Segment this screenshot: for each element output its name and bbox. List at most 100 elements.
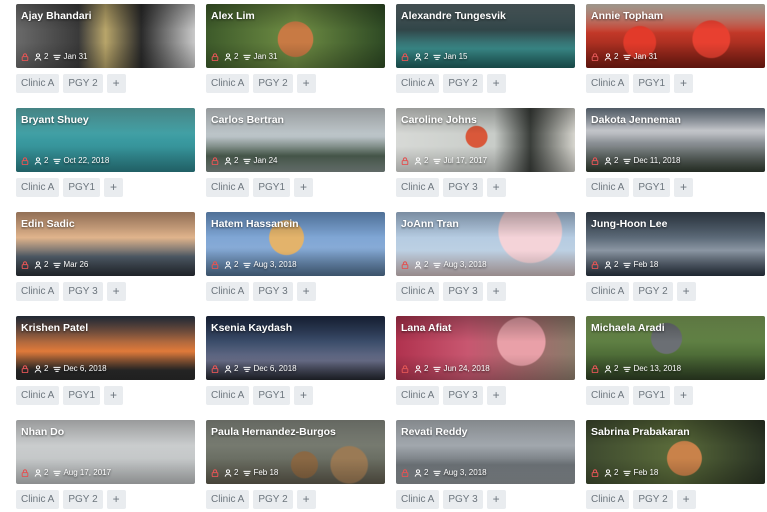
resident-name: Krishen Patel xyxy=(21,322,89,334)
tag-clinic[interactable]: Clinic A xyxy=(206,178,250,197)
tag-pgy[interactable]: PGY 3 xyxy=(253,282,293,301)
tag-clinic[interactable]: Clinic A xyxy=(206,386,250,405)
add-tag-button[interactable]: + xyxy=(294,386,314,405)
add-tag-button[interactable]: + xyxy=(294,178,314,197)
resident-thumbnail[interactable]: Revati Reddy 2 Aug 3, 2018 xyxy=(396,420,575,484)
tag-pgy[interactable]: PGY 2 xyxy=(253,490,293,509)
add-tag-button[interactable]: + xyxy=(674,386,694,405)
tag-pgy[interactable]: PGY1 xyxy=(253,386,291,405)
add-tag-button[interactable]: + xyxy=(486,490,506,509)
tag-pgy[interactable]: PGY 3 xyxy=(443,282,483,301)
resident-thumbnail[interactable]: Hatem Hassanein 2 Aug 3, 2018 xyxy=(206,212,385,276)
tag-pgy[interactable]: PGY 3 xyxy=(443,490,483,509)
resident-thumbnail[interactable]: Lana Afiat 2 Jun 24, 2018 xyxy=(396,316,575,380)
tag-clinic[interactable]: Clinic A xyxy=(16,178,60,197)
tag-clinic[interactable]: Clinic A xyxy=(16,282,60,301)
tag-row: Clinic A PGY 2 + xyxy=(206,490,385,509)
add-tag-button[interactable]: + xyxy=(296,490,316,509)
tag-pgy[interactable]: PGY 2 xyxy=(633,490,673,509)
tag-pgy[interactable]: PGY 2 xyxy=(633,282,673,301)
tag-clinic[interactable]: Clinic A xyxy=(206,490,250,509)
tag-clinic[interactable]: Clinic A xyxy=(16,490,60,509)
add-tag-button[interactable]: + xyxy=(674,178,694,197)
card-meta: 2 Aug 3, 2018 xyxy=(401,468,487,478)
updated-date: Jan 31 xyxy=(63,52,88,61)
member-count: 2 xyxy=(44,468,49,477)
tag-clinic[interactable]: Clinic A xyxy=(16,386,60,405)
add-tag-button[interactable]: + xyxy=(676,490,696,509)
tag-clinic[interactable]: Clinic A xyxy=(396,490,440,509)
add-tag-button[interactable]: + xyxy=(106,74,126,93)
add-tag-button[interactable]: + xyxy=(104,178,124,197)
tag-clinic[interactable]: Clinic A xyxy=(396,386,440,405)
tag-clinic[interactable]: Clinic A xyxy=(586,386,630,405)
add-tag-button[interactable]: + xyxy=(486,74,506,93)
tag-clinic[interactable]: Clinic A xyxy=(396,74,440,93)
add-tag-button[interactable]: + xyxy=(486,178,506,197)
tag-row: Clinic A PGY 3 + xyxy=(396,490,575,509)
add-tag-button[interactable]: + xyxy=(106,490,126,509)
updated-date: Jan 24 xyxy=(253,156,278,165)
add-tag-button[interactable]: + xyxy=(296,282,316,301)
card-meta: 2 Jan 15 xyxy=(401,52,467,62)
resident-thumbnail[interactable]: Alex Lim 2 Jan 31 xyxy=(206,4,385,68)
tag-pgy[interactable]: PGY 2 xyxy=(63,74,103,93)
tag-clinic[interactable]: Clinic A xyxy=(206,74,250,93)
tag-pgy[interactable]: PGY 3 xyxy=(443,386,483,405)
resident-thumbnail[interactable]: Paula Hernandez-Burgos 2 Feb 18 xyxy=(206,420,385,484)
resident-thumbnail[interactable]: Jung-Hoon Lee 2 Feb 18 xyxy=(586,212,765,276)
card-meta: 2 Jun 24, 2018 xyxy=(401,364,490,374)
resident-card: Paula Hernandez-Burgos 2 Feb 18 Clinic A… xyxy=(206,420,385,512)
resident-card: Jung-Hoon Lee 2 Feb 18 Clinic A PGY 2 + xyxy=(586,212,765,316)
resident-thumbnail[interactable]: Bryant Shuey 2 Oct 22, 2018 xyxy=(16,108,195,172)
resident-thumbnail[interactable]: JoAnn Tran 2 Aug 3, 2018 xyxy=(396,212,575,276)
tag-clinic[interactable]: Clinic A xyxy=(586,490,630,509)
resident-thumbnail[interactable]: Krishen Patel 2 Dec 6, 2018 xyxy=(16,316,195,380)
member-count: 2 xyxy=(614,260,619,269)
tag-clinic[interactable]: Clinic A xyxy=(586,178,630,197)
tag-clinic[interactable]: Clinic A xyxy=(16,74,60,93)
resident-thumbnail[interactable]: Ksenia Kaydash 2 Dec 6, 2018 xyxy=(206,316,385,380)
add-tag-button[interactable]: + xyxy=(674,74,694,93)
tag-pgy[interactable]: PGY1 xyxy=(63,178,101,197)
resident-card: Dakota Jenneman 2 Dec 11, 2018 Clinic A … xyxy=(586,108,765,212)
resident-thumbnail[interactable]: Dakota Jenneman 2 Dec 11, 2018 xyxy=(586,108,765,172)
updated-group: Dec 6, 2018 xyxy=(243,364,297,374)
lock-icon xyxy=(21,157,29,165)
tag-pgy[interactable]: PGY 3 xyxy=(443,178,483,197)
tag-pgy[interactable]: PGY1 xyxy=(633,74,671,93)
tag-pgy[interactable]: PGY 3 xyxy=(63,282,103,301)
add-tag-button[interactable]: + xyxy=(486,386,506,405)
members-group: 2 xyxy=(224,260,238,270)
tag-row: Clinic A PGY 3 + xyxy=(206,282,385,301)
tag-pgy[interactable]: PGY1 xyxy=(63,386,101,405)
add-tag-button[interactable]: + xyxy=(106,282,126,301)
resident-name: Nhan Do xyxy=(21,426,65,438)
tag-clinic[interactable]: Clinic A xyxy=(396,282,440,301)
tag-pgy[interactable]: PGY1 xyxy=(253,178,291,197)
tag-pgy[interactable]: PGY 2 xyxy=(443,74,483,93)
add-tag-button[interactable]: + xyxy=(104,386,124,405)
tag-clinic[interactable]: Clinic A xyxy=(396,178,440,197)
tag-pgy[interactable]: PGY 2 xyxy=(63,490,103,509)
resident-thumbnail[interactable]: Alexandre Tungesvik 2 Jan 15 xyxy=(396,4,575,68)
resident-thumbnail[interactable]: Carlos Bertran 2 Jan 24 xyxy=(206,108,385,172)
add-tag-button[interactable]: + xyxy=(676,282,696,301)
resident-thumbnail[interactable]: Annie Topham 2 Jan 31 xyxy=(586,4,765,68)
updated-date: Feb 18 xyxy=(633,260,659,269)
resident-thumbnail[interactable]: Nhan Do 2 Aug 17, 2017 xyxy=(16,420,195,484)
tag-clinic[interactable]: Clinic A xyxy=(206,282,250,301)
resident-thumbnail[interactable]: Sabrina Prabakaran 2 Feb 18 xyxy=(586,420,765,484)
resident-thumbnail[interactable]: Edin Sadic 2 Mar 26 xyxy=(16,212,195,276)
tag-pgy[interactable]: PGY1 xyxy=(633,386,671,405)
add-tag-button[interactable]: + xyxy=(296,74,316,93)
resident-name: Jung-Hoon Lee xyxy=(591,218,668,230)
resident-thumbnail[interactable]: Michaela Aradi 2 Dec 13, 2018 xyxy=(586,316,765,380)
tag-clinic[interactable]: Clinic A xyxy=(586,74,630,93)
add-tag-button[interactable]: + xyxy=(486,282,506,301)
resident-thumbnail[interactable]: Ajay Bhandari 2 Jan 31 xyxy=(16,4,195,68)
tag-pgy[interactable]: PGY1 xyxy=(633,178,671,197)
tag-clinic[interactable]: Clinic A xyxy=(586,282,630,301)
resident-thumbnail[interactable]: Caroline Johns 2 Jul 17, 2017 xyxy=(396,108,575,172)
tag-pgy[interactable]: PGY 2 xyxy=(253,74,293,93)
